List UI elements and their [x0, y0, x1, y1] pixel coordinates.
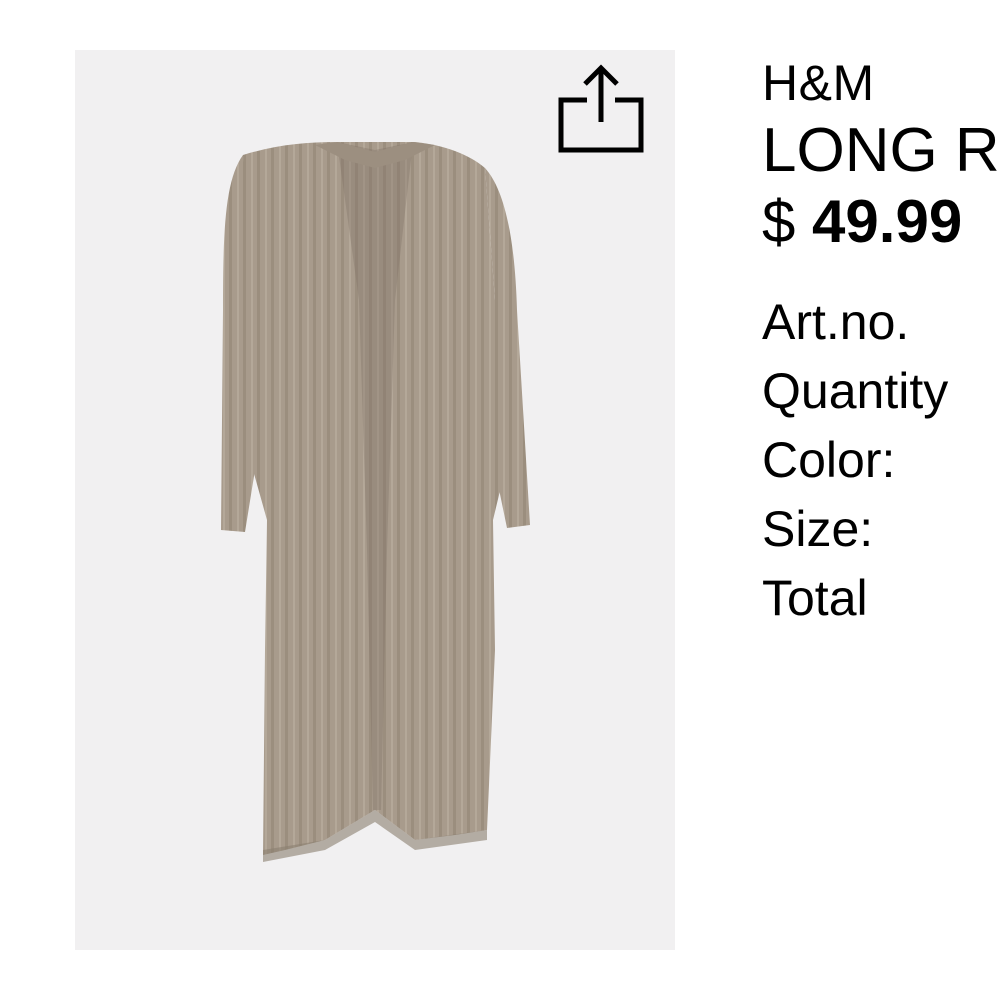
price-currency: $ [762, 188, 796, 255]
detail-total: Total [762, 570, 868, 626]
detail-quantity: Quantity [762, 363, 949, 419]
product-image[interactable] [75, 50, 675, 950]
cardigan-image [221, 142, 530, 862]
share-icon [558, 64, 644, 153]
detail-size: Size: [762, 501, 874, 557]
product-title[interactable]: LONG RIB-KNIT CARDIGAN [762, 116, 1000, 186]
detail-color: Color: [762, 432, 896, 488]
product-info: H&M LONG RIB-KNIT CARDIGAN $ 49.99 Art.n… [762, 52, 1000, 633]
product-summary: H&M LONG RIB-KNIT CARDIGAN $ 49.99 Art.n… [0, 0, 1000, 1000]
price-amount: 49.99 [812, 188, 963, 255]
product-price: $ 49.99 [762, 186, 1000, 258]
share-button[interactable] [555, 60, 647, 156]
product-details: Art.no. Quantity Color: Size: Total [762, 288, 1000, 633]
brand-name[interactable]: H&M [762, 52, 1000, 114]
detail-art-no: Art.no. [762, 294, 910, 350]
